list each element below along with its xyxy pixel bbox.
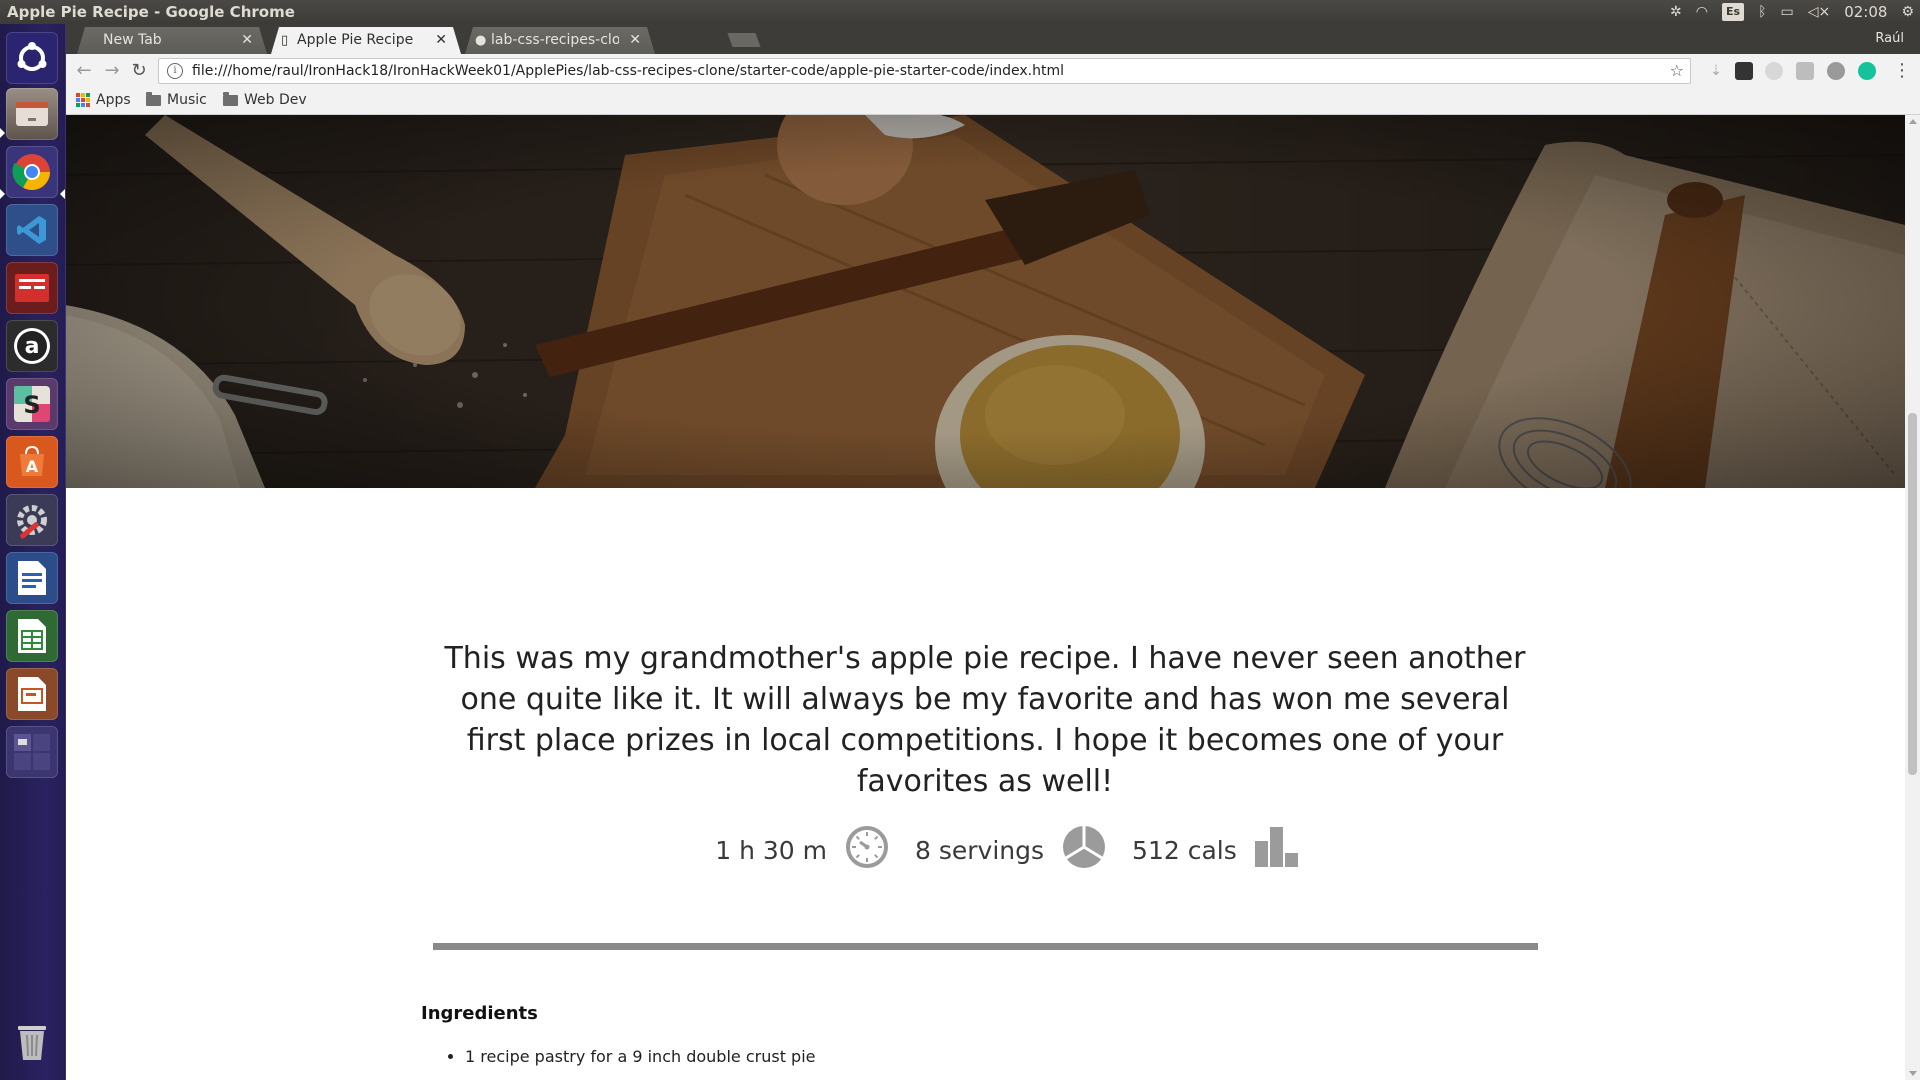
tab-lab-css-recipes-clone[interactable]: ● lab-css-recipes-clone ✕ [465,27,655,54]
svg-text:S: S [23,391,40,419]
tab-label: New Tab [103,32,162,48]
apps-grid-icon [76,93,90,107]
stat-servings: 8 servings [915,825,1132,875]
bookmark-label: Web Dev [244,92,307,108]
system-settings-icon[interactable] [6,494,58,546]
tab-new-tab[interactable]: New Tab ✕ [77,27,267,54]
wifi-icon[interactable]: ◠ [1696,0,1708,24]
back-button[interactable]: ← [73,60,95,82]
calories-value: 512 cals [1132,835,1237,865]
bluetooth-icon[interactable]: ᛒ [1758,0,1766,24]
ingredients-list: 1 recipe pastry for a 9 inch double crus… [421,1047,816,1066]
chrome-icon[interactable] [6,146,58,198]
page-scrollbar[interactable] [1905,115,1920,1080]
system-gear-icon[interactable]: ⚙ [1901,0,1914,24]
servings-value: 8 servings [915,835,1045,865]
tab-label: Apple Pie Recipe [297,32,414,48]
grammarly-extension-icon[interactable] [1858,62,1876,80]
scroll-down-arrow[interactable] [1909,1071,1917,1076]
stat-time: 1 h 30 m [715,825,915,875]
slack-icon[interactable]: S [6,378,58,430]
recipe-intro: This was my grandmother's apple pie reci… [444,641,1526,799]
unity-launcher: a S A [0,24,66,1080]
bookmark-label: Music [167,92,207,108]
tab-apple-pie-recipe[interactable]: ▯ Apple Pie Recipe ✕ [271,27,461,54]
close-icon[interactable]: ✕ [435,27,447,54]
chrome-menu-button[interactable]: ⋮ [1891,60,1913,82]
bar-chart-icon [1254,827,1299,873]
section-divider [433,943,1538,950]
volume-muted-icon[interactable]: ◁× [1808,0,1831,24]
url-text[interactable]: file:///home/raul/IronHack18/IronHackWee… [192,59,1064,83]
focused-indicator [60,189,65,199]
running-indicator [0,128,5,138]
bookmark-star-icon[interactable]: ☆ [1670,59,1684,83]
svg-text:a: a [25,334,40,359]
info-icon[interactable]: i [167,63,183,79]
time-value: 1 h 30 m [715,835,828,865]
amazon-icon[interactable]: a [6,320,58,372]
github-icon: ● [475,33,487,48]
recipe-stats: 1 h 30 m 8 servings 512 cals [65,825,1905,875]
system-tray: ✲ ◠ Es ᛒ ▭ ◁× 02:08 ⚙ [1670,0,1914,24]
extension-icon[interactable] [1765,62,1783,80]
address-bar[interactable]: i file:///home/raul/IronHack18/IronHackW… [158,58,1691,84]
system-top-panel: Apple Pie Recipe - Google Chrome ✲ ◠ Es … [0,0,1920,24]
files-icon[interactable] [6,88,58,140]
window-title: Apple Pie Recipe - Google Chrome [7,3,295,21]
ingredients-heading: Ingredients [421,1003,538,1024]
folder-icon [146,91,161,106]
bookmark-web-dev[interactable]: Web Dev [223,88,307,112]
tab-label: lab-css-recipes-clone [491,32,619,48]
svg-text:A: A [26,457,39,476]
extension-icon[interactable] [1796,62,1814,80]
writer-icon[interactable] [6,552,58,604]
reload-button[interactable]: ↻ [128,60,150,82]
scrollbar-thumb[interactable] [1908,413,1917,775]
new-tab-button[interactable] [727,33,761,47]
software-center-icon[interactable]: A [6,436,58,488]
ubuntu-dash-icon[interactable] [6,32,58,84]
tab-strip: New Tab ✕ ▯ Apple Pie Recipe ✕ ● lab-css… [65,24,1920,54]
browser-toolbar: ← → ↻ i file:///home/raul/IronHack18/Iro… [65,54,1920,88]
hero-image [65,115,1905,488]
ghostery-extension-icon[interactable] [1827,62,1845,80]
bookmarks-bar: Apps Music Web Dev [65,88,1920,115]
page-icon: ▯ [281,33,289,48]
vscode-icon[interactable] [6,204,58,256]
terminal-app-icon[interactable] [6,262,58,314]
trash-icon[interactable] [6,1016,58,1068]
forward-button[interactable]: → [101,60,123,82]
running-indicator [0,189,5,199]
keyboard-layout-indicator[interactable]: Es [1722,3,1745,21]
bookmark-music[interactable]: Music [146,88,207,112]
close-icon[interactable]: ✕ [241,27,253,54]
clock-icon [845,825,889,875]
folder-icon [223,91,238,106]
page-viewport[interactable]: This was my grandmother's apple pie reci… [65,115,1905,1080]
battery-icon[interactable]: ▭ [1780,0,1793,24]
stat-calories: 512 cals [1132,827,1325,873]
download-extension-icon[interactable]: ⇣ [1707,62,1725,80]
pocket-extension-icon[interactable] [1735,62,1753,80]
profile-name[interactable]: Raúl [1875,24,1904,54]
impress-icon[interactable] [6,668,58,720]
scroll-up-arrow[interactable] [1909,119,1917,124]
close-icon[interactable]: ✕ [629,27,641,54]
pie-chart-icon [1062,825,1106,875]
clock[interactable]: 02:08 [1844,0,1887,24]
bookmark-label: Apps [96,92,131,108]
calc-icon[interactable] [6,610,58,662]
network-settings-icon[interactable]: ✲ [1670,0,1682,24]
list-item: 1 recipe pastry for a 9 inch double crus… [465,1047,816,1066]
bookmark-apps[interactable]: Apps [76,88,131,112]
workspace-switcher-icon[interactable] [6,726,58,778]
